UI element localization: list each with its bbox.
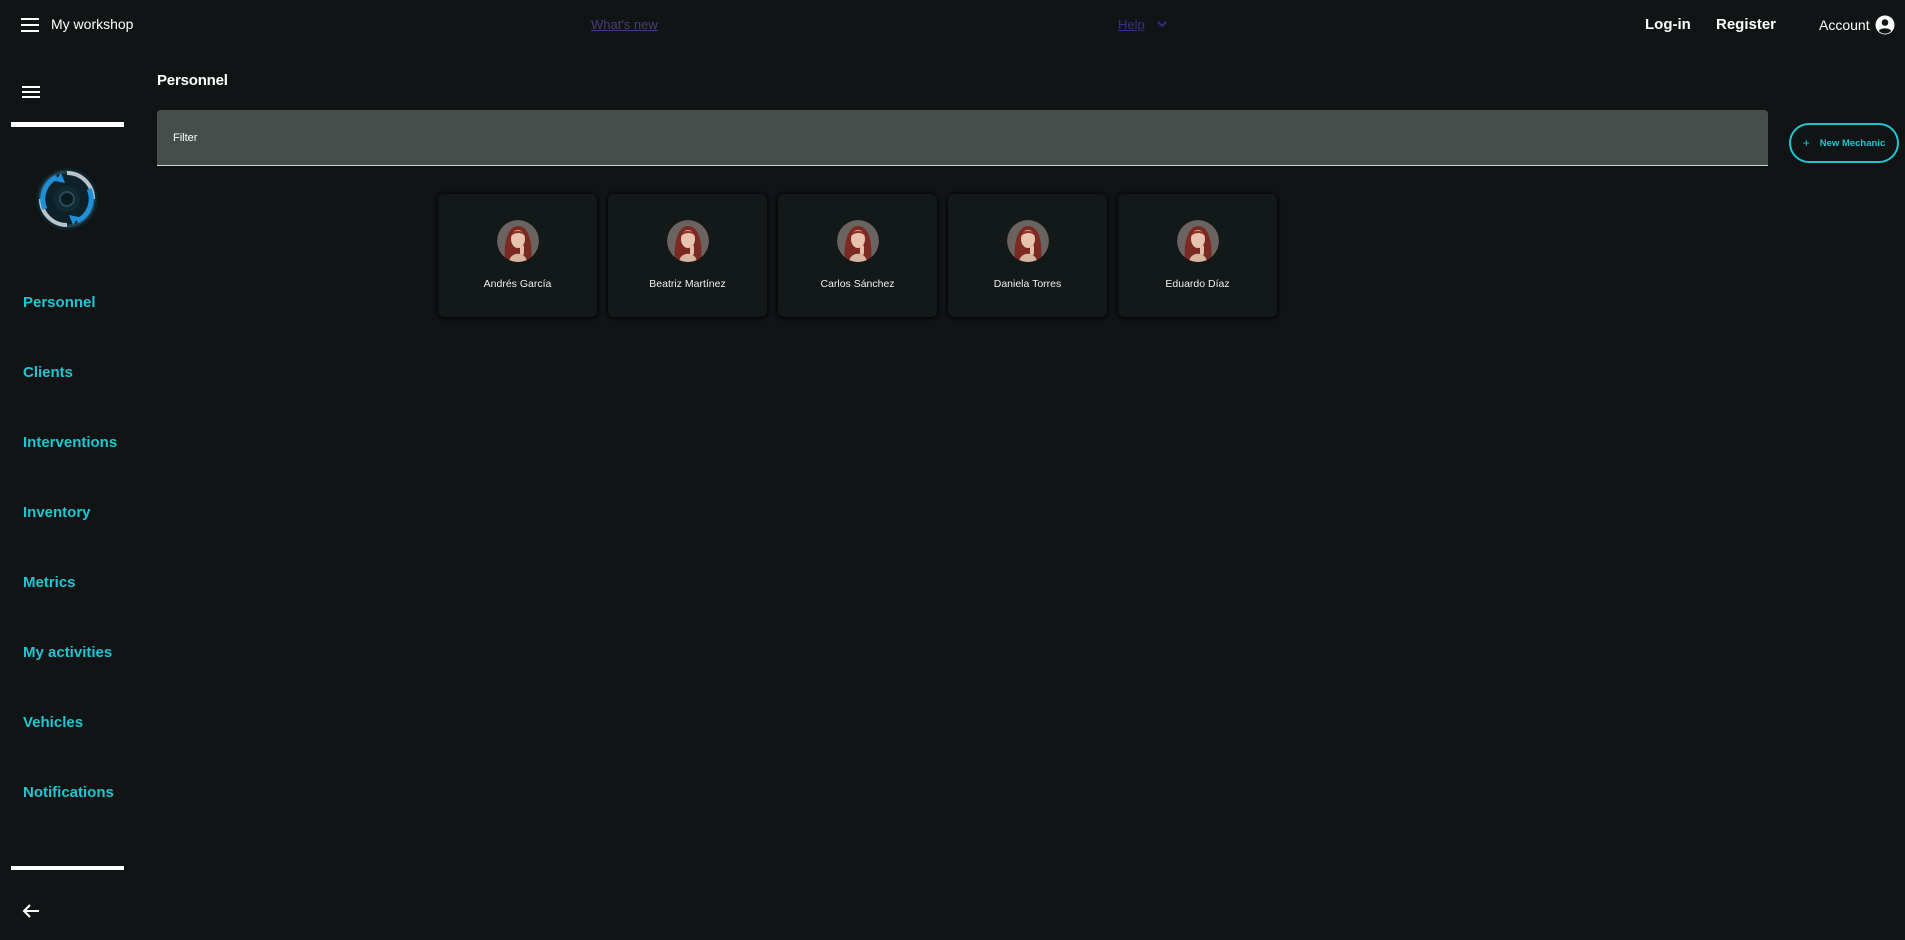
avatar <box>667 220 709 262</box>
avatar <box>1007 220 1049 262</box>
mechanic-name: Andrés García <box>483 278 552 290</box>
mechanic-name: Eduardo Díaz <box>1165 278 1230 290</box>
sidebar-item-interventions[interactable]: Interventions <box>23 434 117 451</box>
top-bar: My workshop What's new Help Log-in Regis… <box>0 0 1905 50</box>
sidebar-item-clients[interactable]: Clients <box>23 364 73 381</box>
sidebar-item-my-activities[interactable]: My activities <box>23 644 112 661</box>
avatar <box>1177 220 1219 262</box>
new-mechanic-label: New Mechanic <box>1819 137 1886 149</box>
avatar <box>497 220 539 262</box>
avatar <box>837 220 879 262</box>
app-title: My workshop <box>51 16 134 32</box>
chevron-down-icon[interactable] <box>1156 20 1168 28</box>
account-button[interactable]: Account <box>1819 17 1870 33</box>
register-button[interactable]: Register <box>1716 16 1776 33</box>
filter-input[interactable] <box>157 110 1768 165</box>
mechanic-card[interactable]: Daniela Torres <box>948 194 1107 317</box>
sidebar-item-personnel[interactable]: Personnel <box>23 294 96 311</box>
sidebar-item-vehicles[interactable]: Vehicles <box>23 714 83 731</box>
sidebar-item-inventory[interactable]: Inventory <box>23 504 91 521</box>
sidebar-divider <box>11 122 124 127</box>
filter-field[interactable] <box>157 110 1768 166</box>
mechanic-name: Carlos Sánchez <box>820 278 895 290</box>
menu-icon[interactable] <box>22 85 40 99</box>
mechanic-name: Beatriz Martínez <box>649 278 726 290</box>
sidebar-item-notifications[interactable]: Notifications <box>23 784 114 801</box>
sidebar-divider <box>11 866 124 870</box>
login-button[interactable]: Log-in <box>1645 16 1691 33</box>
mechanic-card[interactable]: Beatriz Martínez <box>608 194 767 317</box>
menu-icon[interactable] <box>20 16 42 34</box>
mechanic-card[interactable]: Andrés García <box>438 194 597 317</box>
mechanic-card[interactable]: Carlos Sánchez <box>778 194 937 317</box>
page-title: Personnel <box>157 72 228 89</box>
sidebar-item-metrics[interactable]: Metrics <box>23 574 76 591</box>
mechanic-name: Daniela Torres <box>993 278 1062 290</box>
whats-new-link[interactable]: What's new <box>591 17 658 32</box>
help-link[interactable]: Help <box>1118 17 1145 32</box>
sidebar: Personnel Clients Interventions Inventor… <box>0 50 135 940</box>
mechanic-card[interactable]: Eduardo Díaz <box>1118 194 1277 317</box>
account-circle-icon[interactable] <box>1875 15 1895 35</box>
plus-icon: + <box>1802 136 1810 150</box>
workshop-logo <box>36 168 98 230</box>
mechanic-cards: Andrés García Beatriz Martínez Carlos Sá… <box>438 194 1277 317</box>
new-mechanic-button[interactable]: + New Mechanic <box>1789 123 1899 163</box>
arrow-left-icon[interactable] <box>22 903 40 919</box>
